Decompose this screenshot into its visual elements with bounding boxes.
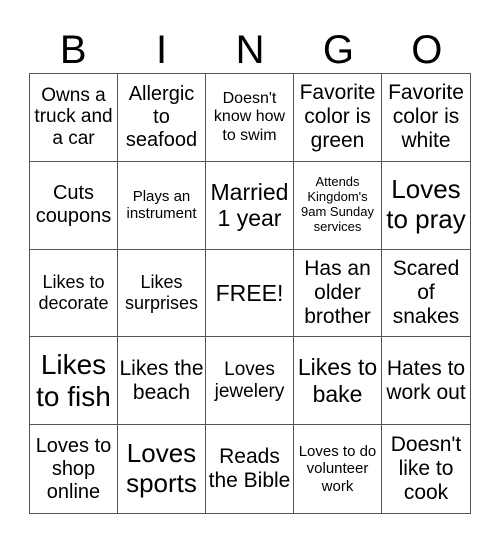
bingo-cell[interactable]: Attends Kingdom's 9am Sunday services — [294, 161, 382, 250]
bingo-cell[interactable]: Loves to pray — [382, 162, 470, 250]
bingo-cell[interactable]: Loves sports — [118, 425, 206, 513]
bingo-cell-free[interactable]: FREE! — [206, 249, 294, 338]
bingo-cell[interactable]: Owns a truck and a car — [30, 74, 118, 162]
bingo-cell[interactable]: Cuts coupons — [30, 161, 118, 250]
bingo-cell[interactable]: Likes to bake — [294, 337, 382, 426]
bingo-cell[interactable]: Likes the beach — [118, 337, 206, 426]
bingo-cell[interactable]: Loves to do volunteer work — [294, 425, 382, 513]
bingo-cell[interactable]: Plays an instrument — [118, 161, 206, 250]
bingo-cell[interactable]: Has an older brother — [294, 249, 382, 338]
bingo-cell[interactable]: Doesn't know how to swim — [206, 74, 294, 162]
bingo-cell[interactable]: Likes surprises — [118, 249, 206, 338]
bingo-cell[interactable]: Loves to shop online — [30, 425, 118, 513]
header-letter-b: B — [59, 28, 87, 72]
header-letter-g: G — [322, 28, 354, 72]
bingo-cell[interactable]: Allergic to seafood — [118, 74, 206, 162]
bingo-cell[interactable]: Loves jewelery — [206, 337, 294, 426]
header-letter-n: N — [235, 28, 265, 72]
bingo-header: B I N G O — [29, 28, 471, 73]
bingo-cell[interactable]: Reads the Bible — [206, 425, 294, 513]
bingo-cell[interactable]: Likes to decorate — [30, 249, 118, 338]
bingo-cell[interactable]: Hates to work out — [382, 337, 470, 426]
bingo-cell[interactable]: Likes to fish — [30, 337, 118, 426]
header-letter-i: I — [156, 28, 168, 72]
bingo-cell[interactable]: Married 1 year — [206, 161, 294, 250]
bingo-cell[interactable]: Scared of snakes — [382, 250, 470, 338]
bingo-cell[interactable]: Favorite color is white — [382, 74, 470, 162]
bingo-cell[interactable]: Doesn't like to cook — [382, 425, 470, 513]
header-letter-o: O — [411, 28, 443, 72]
bingo-grid: Owns a truck and a car Allergic to seafo… — [29, 73, 471, 514]
bingo-cell[interactable]: Favorite color is green — [294, 74, 382, 162]
